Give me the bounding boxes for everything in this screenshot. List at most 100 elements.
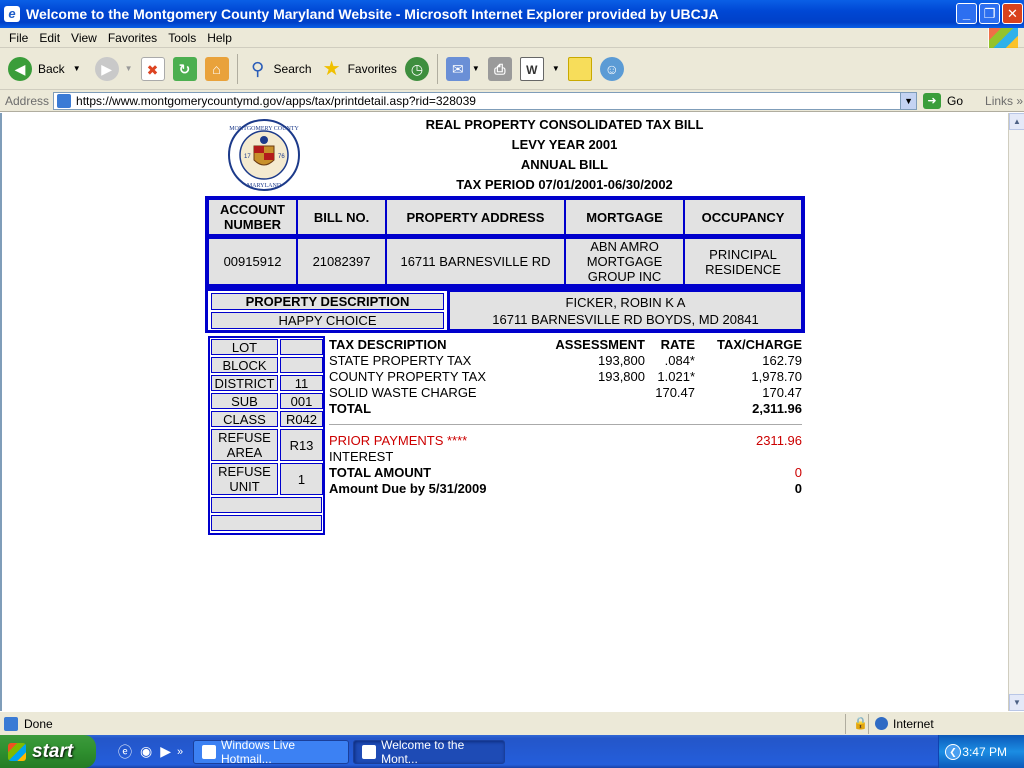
tax-row: SOLID WASTE CHARGE 170.47 170.47 — [329, 385, 802, 401]
lot-table-label: SUB — [211, 393, 278, 409]
forward-dropdown-icon[interactable]: ▼ — [125, 64, 133, 73]
note-icon — [567, 56, 592, 81]
lot-table-label: LOT — [211, 339, 278, 355]
tax-row-description: SOLID WASTE CHARGE — [329, 385, 477, 400]
property-owner-box: PROPERTY DESCRIPTION HAPPY CHOICE FICKER… — [205, 288, 805, 333]
owner-address: 16711 BARNESVILLE RD BOYDS, MD 20841 — [492, 311, 759, 327]
menu-tools[interactable]: Tools — [168, 31, 196, 45]
address-dropdown-icon[interactable]: ▼ — [900, 92, 917, 109]
account-number-value: 00915912 — [208, 238, 297, 285]
tax-row-assessment: 193,800 — [598, 369, 645, 384]
levy-year: LEVY YEAR 2001 — [511, 137, 618, 152]
restore-button[interactable]: ❐ — [979, 3, 1000, 24]
lot-table-value: R042 — [280, 411, 323, 427]
minimize-button[interactable]: _ — [956, 3, 977, 24]
bill-type: ANNUAL BILL — [520, 157, 609, 172]
amount-due-value: 0 — [794, 481, 802, 496]
tax-row-charge: 170.47 — [762, 385, 802, 400]
menu-edit[interactable]: Edit — [39, 31, 60, 45]
home-button[interactable]: ⌂ — [204, 56, 229, 81]
seal-bottom-text: MARYLAND — [247, 183, 282, 189]
ie-quicklaunch-icon[interactable]: ⓔ — [118, 742, 132, 762]
player-quicklaunch-icon[interactable]: ▶ — [160, 743, 171, 760]
interest-row: INTEREST — [329, 449, 802, 465]
mail-dropdown-icon[interactable]: ▼ — [472, 64, 480, 73]
more-quicklaunch-icon[interactable]: » — [177, 746, 183, 758]
address-input[interactable]: https://www.montgomerycountymd.gov/apps/… — [53, 91, 918, 110]
toolbar-separator — [236, 53, 238, 84]
tax-row-description: COUNTY PROPERTY TAX — [329, 369, 487, 384]
edit-dropdown-icon[interactable]: ▼ — [552, 64, 560, 73]
history-button[interactable]: ◷ — [404, 56, 429, 81]
tax-row-rate: 170.47 — [655, 385, 695, 400]
tray-expand-icon[interactable]: ❮ — [945, 744, 961, 760]
task-hotmail[interactable]: Windows Live Hotmail... — [193, 737, 350, 766]
mail-button[interactable]: ✉ ▼ — [445, 56, 480, 81]
lot-table-label: REFUSE UNIT — [211, 463, 278, 495]
start-button[interactable]: start — [0, 735, 96, 768]
mortgage-header: MORTGAGE — [565, 199, 684, 235]
tax-header-row: TAX DESCRIPTION ASSESSMENT RATE TAX/CHAR… — [329, 337, 802, 353]
tax-row-charge: 1,978.70 — [751, 369, 802, 384]
back-button[interactable]: ◀ Back ▼ — [8, 56, 81, 81]
tax-row-rate: 1.021* — [657, 369, 695, 384]
discuss-button[interactable] — [567, 56, 592, 81]
lot-table-label: BLOCK — [211, 357, 278, 373]
print-button[interactable]: ⎙ — [487, 56, 512, 81]
lot-table-label: DISTRICT — [211, 375, 278, 391]
tax-row-charge: 162.79 — [762, 353, 802, 368]
media-quicklaunch-icon[interactable]: ◉ — [140, 743, 152, 760]
seal-year-right: 76 — [278, 154, 285, 160]
refresh-button[interactable]: ↻ — [172, 56, 197, 81]
scroll-down-icon[interactable]: ▼ — [1009, 694, 1024, 711]
go-button[interactable]: ➜ Go — [923, 92, 964, 109]
menu-file[interactable]: File — [9, 31, 28, 45]
tax-row-assessment: 193,800 — [598, 353, 645, 368]
close-button[interactable]: ✕ — [1002, 3, 1023, 24]
vertical-scrollbar[interactable]: ▲ ▼ — [1008, 113, 1024, 711]
menu-help[interactable]: Help — [207, 31, 232, 45]
menu-view[interactable]: View — [71, 31, 97, 45]
lot-table-label: CLASS — [211, 411, 278, 427]
seal-year-left: 17 — [244, 154, 251, 160]
favorites-button[interactable]: ★ Favorites — [320, 57, 397, 81]
search-button[interactable]: ⚲ Search — [246, 57, 312, 81]
lot-table-value — [280, 339, 323, 355]
tax-row-rate: .084* — [664, 353, 695, 368]
lot-table-value: 11 — [280, 375, 323, 391]
page-status-icon — [4, 716, 18, 731]
total-amount-row: TOTAL AMOUNT 0 — [329, 465, 802, 481]
county-seal-logo: MONTGOMERY COUNTY MARYLAND 17 76 — [228, 119, 300, 191]
edit-button[interactable]: W ▼ — [519, 56, 560, 81]
forward-button[interactable]: ▶ ▼ — [94, 56, 133, 81]
account-number-header: ACCOUNT NUMBER — [208, 199, 297, 235]
go-label: Go — [947, 93, 964, 108]
lot-table-label — [211, 497, 322, 513]
window-title: Welcome to the Montgomery County Marylan… — [26, 6, 719, 22]
messenger-button[interactable]: ☺ — [599, 56, 624, 81]
tax-description-header: TAX DESCRIPTION — [329, 337, 447, 352]
title-bar: e Welcome to the Montgomery County Maryl… — [0, 0, 1024, 28]
scroll-up-icon[interactable]: ▲ — [1009, 113, 1024, 130]
occupancy-value: PRINCIPAL RESIDENCE — [684, 238, 802, 285]
menu-favorites[interactable]: Favorites — [108, 31, 157, 45]
clock: 3:47 PM — [962, 744, 1007, 759]
stop-icon: ✖ — [140, 56, 165, 81]
rate-header: RATE — [660, 337, 695, 352]
lot-table-label — [211, 515, 322, 531]
account-table: ACCOUNT NUMBER BILL NO. PROPERTY ADDRESS… — [205, 196, 805, 288]
back-dropdown-icon[interactable]: ▼ — [73, 64, 81, 73]
ie-task-icon — [202, 744, 217, 759]
taskbar: start ⓔ ◉ ▶ » Windows Live Hotmail... We… — [0, 735, 1024, 768]
task-hotmail-label: Windows Live Hotmail... — [221, 737, 296, 766]
refresh-icon: ↻ — [172, 56, 197, 81]
prior-payments-row: PRIOR PAYMENTS **** 2311.96 — [329, 433, 802, 449]
links-button[interactable]: Links » — [985, 94, 1023, 108]
stop-button[interactable]: ✖ — [140, 56, 165, 81]
tax-row: STATE PROPERTY TAX 193,800 .084* 162.79 — [329, 353, 802, 369]
task-montgomery[interactable]: Welcome to the Mont... — [353, 738, 506, 766]
prior-payments-label: PRIOR PAYMENTS **** — [329, 433, 468, 448]
lot-table-value — [280, 357, 323, 373]
menu-bar: File Edit View Favorites Tools Help — [0, 28, 1024, 48]
property-description-value: HAPPY CHOICE — [211, 312, 444, 329]
